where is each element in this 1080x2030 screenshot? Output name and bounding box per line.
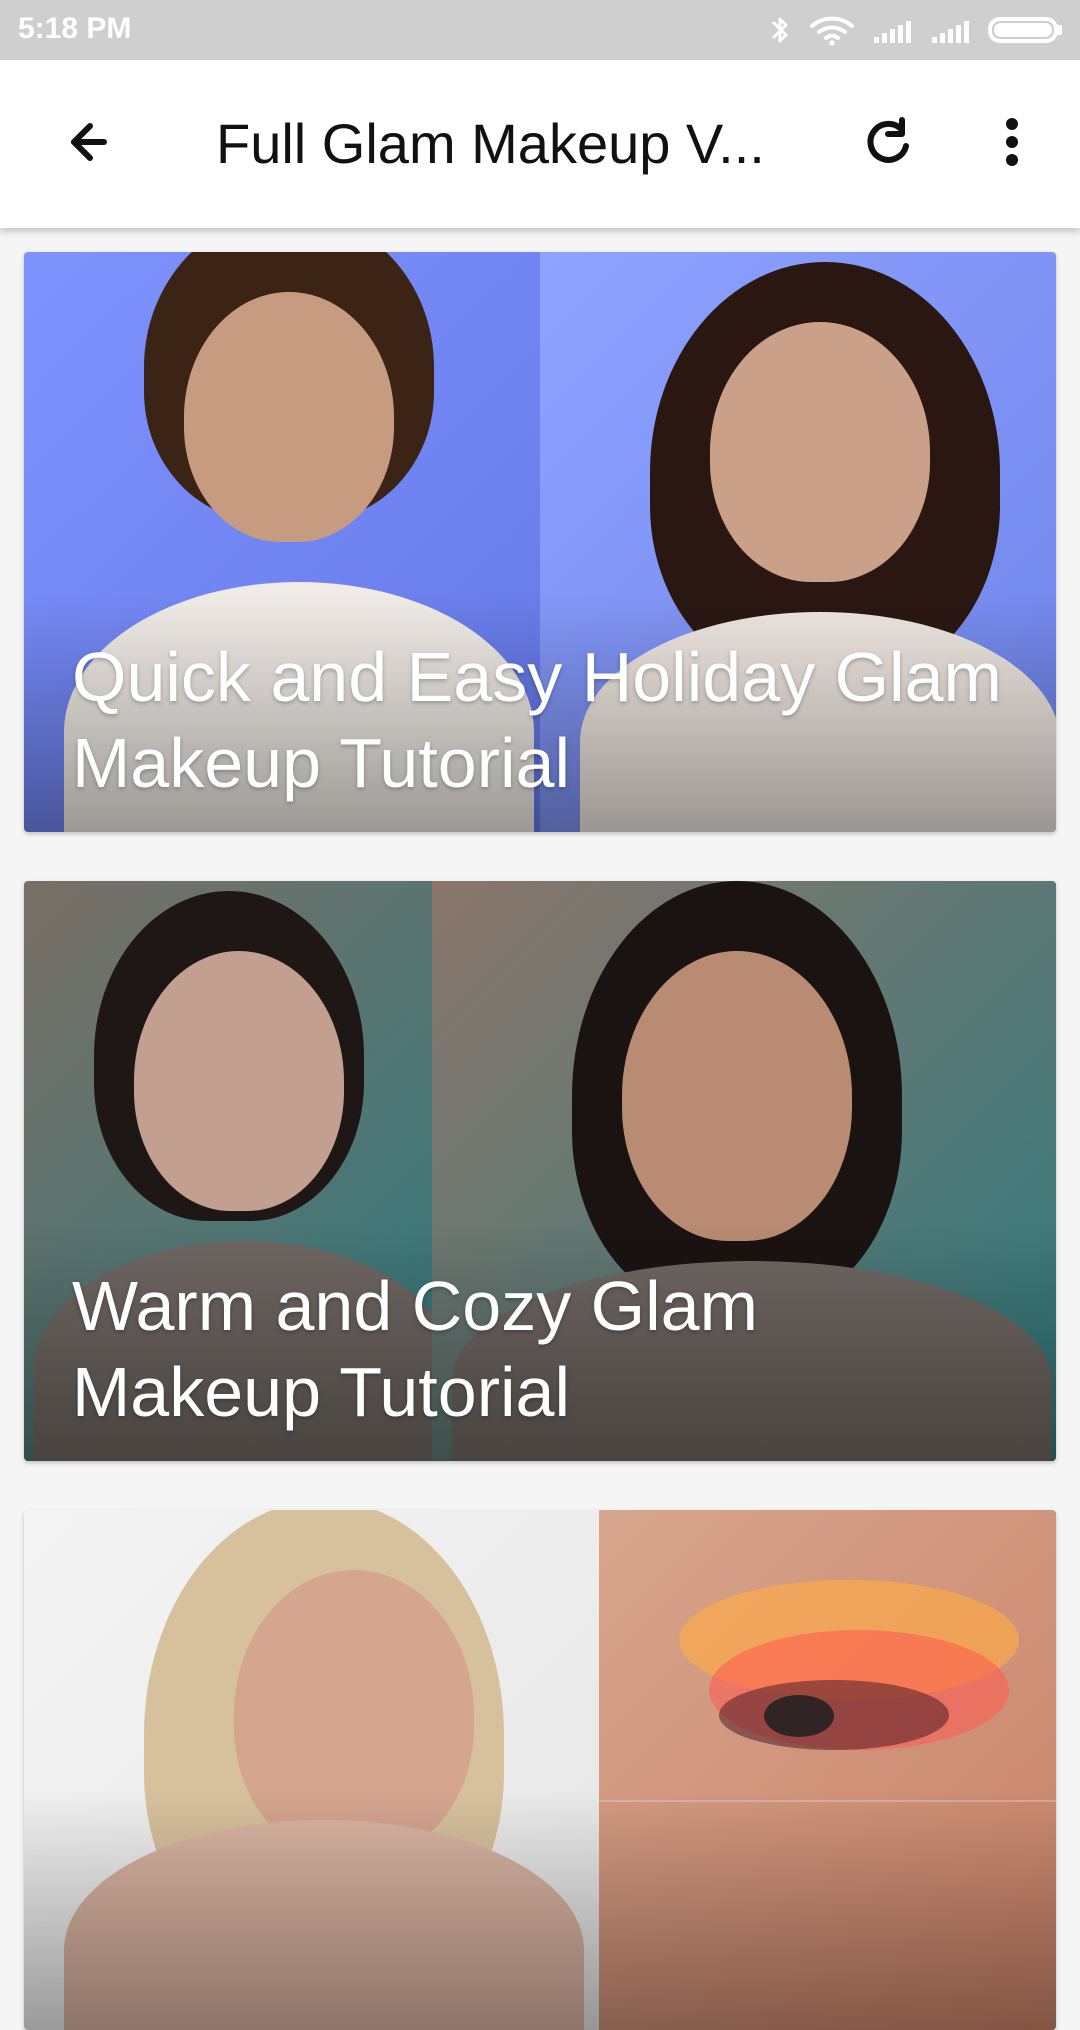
more-options-button[interactable]: [980, 112, 1044, 176]
wifi-icon: [810, 14, 854, 46]
video-card[interactable]: Warm and Cozy Glam Makeup Tutorial: [24, 881, 1056, 1461]
video-title: Warm and Cozy Glam Makeup Tutorial: [72, 1267, 758, 1431]
page-title: Full Glam Makeup V...: [216, 112, 765, 175]
app-bar: Full Glam Makeup V...: [0, 60, 1080, 228]
video-card[interactable]: [24, 1510, 1056, 2030]
video-card[interactable]: Quick and Easy Holiday Glam Makeup Tutor…: [24, 252, 1056, 832]
refresh-button[interactable]: [856, 112, 920, 176]
arrow-left-icon: [56, 114, 112, 174]
caption-overlay: [24, 1790, 1056, 2030]
refresh-icon: [858, 112, 918, 176]
bluetooth-icon: [768, 15, 792, 45]
signal-icon: [872, 15, 912, 45]
status-time: 5:18 PM: [18, 12, 132, 45]
signal-icon: [930, 15, 970, 45]
status-bar: 5:18 PM: [0, 0, 1080, 60]
battery-icon: [988, 13, 1064, 47]
more-vert-icon: [1000, 112, 1024, 176]
back-button[interactable]: [52, 112, 116, 176]
video-title: Quick and Easy Holiday Glam Makeup Tutor…: [72, 638, 1002, 802]
status-icons: [768, 10, 1064, 50]
